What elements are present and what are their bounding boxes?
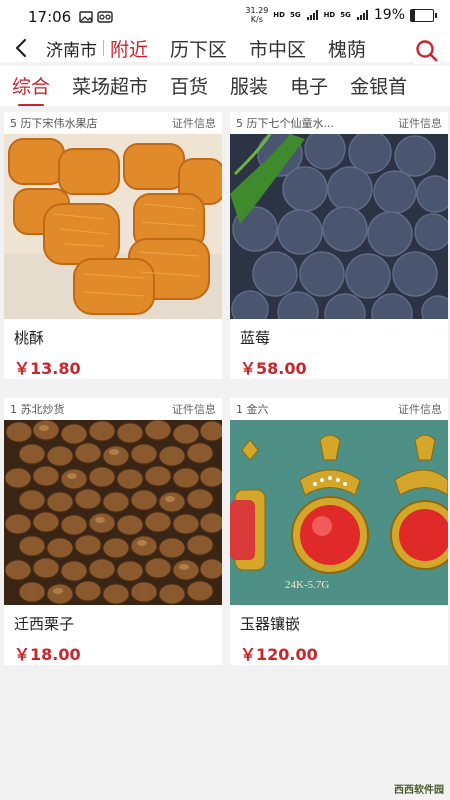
network-type-2: 5G: [340, 11, 351, 19]
status-left-icons: [79, 11, 113, 23]
back-icon[interactable]: [12, 37, 32, 59]
certificate-link[interactable]: 证件信息: [172, 401, 216, 417]
product-price: ￥18.00: [14, 645, 81, 664]
card-header: 1 金六 证件信息: [230, 398, 448, 420]
product-card[interactable]: 1 苏北炒货 证件信息 迁西栗子 ￥18.00: [4, 398, 222, 665]
pastry-photo: [4, 134, 222, 319]
category-all[interactable]: 综合: [12, 66, 50, 106]
product-price: ￥13.80: [14, 359, 81, 378]
status-bar: 17:06 31.29 K/s HD 5G HD 5G 19%: [0, 0, 450, 34]
signal-icon-1: [306, 10, 318, 20]
category-jewelry[interactable]: 金银首: [350, 66, 407, 99]
card-header: 5 历下宋伟水果店 证件信息: [4, 112, 222, 134]
category-tabs: 综合 菜场超市 百货 服装 电子 金银首: [0, 66, 450, 106]
card-header: 5 历下七个仙童水... 证件信息: [230, 112, 448, 134]
blueberry-photo: [230, 134, 448, 319]
signal-icon-2: [356, 10, 368, 20]
product-name: 迁西栗子: [14, 615, 75, 633]
watermark: 西西软件园: [394, 785, 444, 796]
city-selector[interactable]: 济南市: [46, 36, 97, 61]
certificate-link[interactable]: 证件信息: [398, 401, 442, 417]
network-type-1: 5G: [289, 11, 301, 19]
pendant-label: 24K-5.7G: [285, 579, 329, 591]
search-icon[interactable]: [414, 38, 440, 64]
category-electronics[interactable]: 电子: [290, 66, 328, 99]
voicemail-icon: [97, 11, 113, 23]
tab-shizhong[interactable]: 市中区: [249, 35, 306, 62]
hd-badge-2: HD: [323, 11, 336, 19]
shop-name[interactable]: 1 金六: [236, 401, 269, 417]
product-card[interactable]: 1 金六 证件信息 24K-5.7G 玉器镶嵌 ￥120.00: [230, 398, 448, 665]
image-notification-icon: [79, 11, 93, 23]
chestnut-photo: [4, 420, 222, 605]
shop-name[interactable]: 5 历下宋伟水果店: [10, 115, 98, 131]
location-nav-bar: 济南市 附近 历下区 市中区 槐荫: [0, 34, 450, 64]
product-image-pendant[interactable]: 24K-5.7G: [230, 420, 448, 605]
battery-icon: [410, 8, 437, 22]
hd-badge-1: HD: [273, 11, 285, 19]
product-name: 玉器镶嵌: [240, 615, 301, 633]
product-name: 桃酥: [14, 329, 45, 347]
product-price: ￥58.00: [240, 359, 307, 378]
shop-name[interactable]: 1 苏北炒货: [10, 401, 65, 417]
product-image-chestnut[interactable]: [4, 420, 222, 605]
category-general-goods[interactable]: 百货: [170, 66, 208, 99]
city-divider: [103, 40, 104, 56]
certificate-link[interactable]: 证件信息: [172, 115, 216, 131]
product-card[interactable]: 5 历下七个仙童水... 证件信息 蓝莓 ￥58.00: [230, 112, 448, 379]
product-card[interactable]: 5 历下宋伟水果店 证件信息 桃酥 ￥13.80: [4, 112, 222, 379]
tab-nearby[interactable]: 附近: [110, 35, 148, 62]
category-clothing[interactable]: 服装: [230, 66, 268, 99]
tab-huaiyin[interactable]: 槐荫: [328, 35, 366, 62]
battery-level: [411, 9, 416, 21]
product-image-taosu[interactable]: [4, 134, 222, 319]
category-market[interactable]: 菜场超市: [72, 66, 148, 99]
network-speed: 31.29 K/s: [245, 6, 269, 24]
card-header: 1 苏北炒货 证件信息: [4, 398, 222, 420]
certificate-link[interactable]: 证件信息: [398, 115, 442, 131]
tab-lixia[interactable]: 历下区: [170, 35, 227, 62]
shop-name[interactable]: 5 历下七个仙童水...: [236, 115, 334, 131]
product-name: 蓝莓: [240, 329, 271, 347]
pendant-photo: 24K-5.7G: [230, 420, 448, 605]
status-time: 17:06: [28, 8, 72, 26]
product-image-blueberry[interactable]: [230, 134, 448, 319]
product-price: ￥120.00: [240, 645, 318, 664]
status-right-icons: 31.29 K/s HD 5G HD 5G 19%: [245, 6, 437, 24]
battery-percent: 19%: [373, 7, 405, 23]
